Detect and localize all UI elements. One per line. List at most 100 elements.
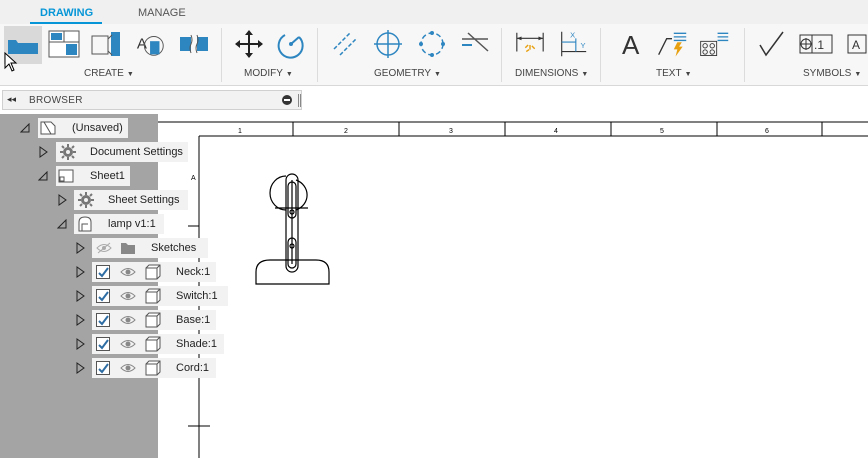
- tree-item-sheet[interactable]: Sheet1: [0, 166, 158, 186]
- fcf-glyph: .1: [814, 38, 824, 52]
- tree-item-body[interactable]: Shade:1: [0, 334, 228, 354]
- body-icon: [145, 336, 161, 352]
- leader-icon[interactable]: [656, 28, 688, 60]
- modify-menu[interactable]: MODIFY ▼: [244, 68, 293, 79]
- rotate-icon[interactable]: [275, 28, 307, 60]
- hidden-eye-icon[interactable]: [96, 241, 112, 255]
- visibility-checkbox[interactable]: [96, 337, 110, 351]
- tree-label: Sketches: [151, 242, 197, 254]
- tree-label: (Unsaved): [72, 122, 123, 134]
- chevron-down-icon: ▼: [684, 71, 692, 78]
- expand-triangle-icon[interactable]: [73, 361, 87, 375]
- ruler-letter: A: [191, 175, 196, 182]
- tab-drawing[interactable]: DRAWING: [40, 7, 93, 19]
- text-icon[interactable]: A: [615, 28, 647, 60]
- edge-extension-icon[interactable]: [458, 28, 490, 60]
- toolbar-divider: [501, 28, 502, 82]
- tree-label: Shade:1: [176, 338, 217, 350]
- tree-item-body[interactable]: Switch:1: [0, 286, 230, 306]
- y-glyph: Y: [581, 41, 586, 50]
- body-icon: [145, 360, 161, 376]
- eye-icon[interactable]: [120, 313, 136, 327]
- section-view-icon[interactable]: [90, 28, 122, 60]
- center-mark-pattern-icon[interactable]: [416, 28, 448, 60]
- ruler-number: 4: [554, 128, 558, 135]
- tree-item-body[interactable]: Neck:1: [0, 262, 220, 282]
- expand-triangle-icon[interactable]: [73, 289, 87, 303]
- drawing-sheet: 1 2 3 4 5 6 A: [158, 121, 868, 458]
- expand-triangle-icon[interactable]: [73, 265, 87, 279]
- tree-item-body[interactable]: Cord:1: [0, 358, 220, 378]
- collapse-triangle-icon[interactable]: [55, 217, 69, 231]
- collapse-browser-icon[interactable]: ◂◂: [7, 94, 16, 105]
- expand-triangle-icon[interactable]: [73, 241, 87, 255]
- gear-icon: [78, 192, 94, 208]
- create-menu[interactable]: CREATE ▼: [84, 68, 134, 79]
- create-label: CREATE: [84, 68, 124, 79]
- visibility-checkbox[interactable]: [96, 313, 110, 327]
- surface-texture-icon[interactable]: [756, 28, 788, 60]
- text-menu[interactable]: TEXT ▼: [656, 68, 692, 79]
- symbols-menu[interactable]: SYMBOLS ▼: [803, 68, 861, 79]
- resize-handle[interactable]: [298, 94, 301, 107]
- collapse-triangle-icon[interactable]: [18, 121, 32, 135]
- expand-triangle-icon[interactable]: [73, 337, 87, 351]
- tree-item-root[interactable]: (Unsaved): [0, 118, 158, 138]
- datum-identifier-icon[interactable]: A: [846, 28, 868, 60]
- detail-view-icon[interactable]: A: [135, 28, 167, 60]
- document-icon: [40, 121, 56, 135]
- geometry-menu[interactable]: GEOMETRY ▼: [374, 68, 441, 79]
- ribbon-tabs: DRAWING MANAGE: [0, 0, 868, 25]
- mouse-pointer-icon: [4, 51, 18, 75]
- chevron-down-icon: ▼: [285, 71, 293, 78]
- eye-icon[interactable]: [120, 337, 136, 351]
- toolbar-divider: [744, 28, 745, 82]
- modify-label: MODIFY: [244, 68, 283, 79]
- center-mark-icon[interactable]: [372, 28, 404, 60]
- tree-item-sheet-settings[interactable]: Sheet Settings: [0, 190, 200, 210]
- expand-triangle-icon[interactable]: [36, 145, 50, 159]
- body-icon: [145, 312, 161, 328]
- chevron-down-icon: ▼: [854, 71, 862, 78]
- chevron-down-icon: ▼: [434, 71, 441, 78]
- x-glyph: X: [570, 30, 575, 39]
- tab-manage[interactable]: MANAGE: [138, 7, 186, 19]
- expand-triangle-icon[interactable]: [73, 313, 87, 327]
- ruler-number: 2: [344, 128, 348, 135]
- tree-label: Cord:1: [176, 362, 210, 374]
- ruler-number: 3: [449, 128, 453, 135]
- eye-icon[interactable]: [120, 265, 136, 279]
- tree-label: Sheet Settings: [108, 194, 180, 206]
- visibility-checkbox[interactable]: [96, 361, 110, 375]
- ruler-number: 5: [660, 128, 664, 135]
- centerline-icon[interactable]: [330, 28, 362, 60]
- dimension-icon[interactable]: [514, 28, 546, 60]
- toolbar-divider: [600, 28, 601, 82]
- ordinate-dimension-icon[interactable]: XY: [557, 28, 589, 60]
- chevron-down-icon: ▼: [581, 71, 589, 78]
- visibility-checkbox[interactable]: [96, 265, 110, 279]
- tree-item-document-settings[interactable]: Document Settings: [0, 142, 200, 162]
- balloon-icon[interactable]: [698, 28, 730, 60]
- feature-control-frame-icon[interactable]: .1: [798, 28, 834, 60]
- minimize-browser-icon[interactable]: [282, 95, 292, 105]
- drawing-canvas[interactable]: 1 2 3 4 5 6 A: [158, 114, 868, 458]
- visibility-checkbox[interactable]: [96, 289, 110, 303]
- eye-icon[interactable]: [120, 361, 136, 375]
- tree-item-body[interactable]: Base:1: [0, 310, 220, 330]
- browser-title: BROWSER: [29, 95, 83, 106]
- dimensions-menu[interactable]: DIMENSIONS ▼: [515, 68, 588, 79]
- lamp-view: [255, 173, 330, 285]
- tree-label: Document Settings: [90, 146, 183, 158]
- expand-triangle-icon[interactable]: [55, 193, 69, 207]
- tree-label: Sheet1: [90, 170, 125, 182]
- tree-item-sketches[interactable]: Sketches: [0, 238, 210, 258]
- move-icon[interactable]: [233, 28, 265, 60]
- projected-view-icon[interactable]: [48, 28, 80, 60]
- break-view-icon[interactable]: [178, 28, 210, 60]
- eye-icon[interactable]: [120, 289, 136, 303]
- body-icon: [145, 288, 161, 304]
- tree-item-drawing-view[interactable]: lamp v1:1: [0, 214, 170, 234]
- app-window: DRAWING MANAGE A CREATE ▼ MODIFY ▼ GEOME…: [0, 0, 868, 458]
- collapse-triangle-icon[interactable]: [36, 169, 50, 183]
